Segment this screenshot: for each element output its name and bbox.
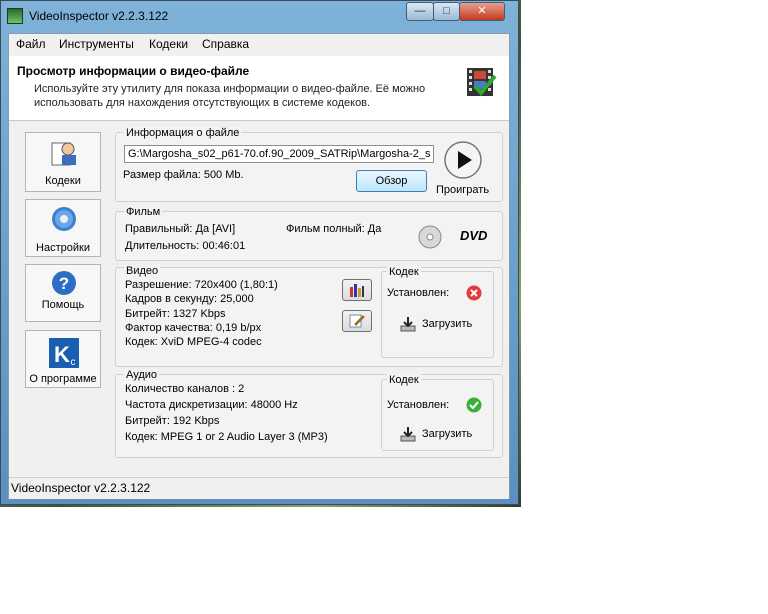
sidebar-item-about[interactable]: K c О программе	[25, 330, 101, 388]
edit-icon	[349, 314, 365, 328]
video-group-title: Видео	[124, 265, 161, 277]
film-valid: Правильный: Да [AVI]	[125, 223, 236, 235]
film-group-title: Фильм	[124, 206, 163, 218]
audio-installed-label: Установлен:	[387, 399, 450, 411]
play-icon[interactable]	[443, 140, 483, 180]
film-duration: Длительность: 00:46:01	[125, 240, 246, 252]
file-info-group: Информация о файле G:\Margosha_s02_p61-7…	[115, 127, 503, 202]
audio-channels: Количество каналов : 2	[125, 383, 245, 395]
audio-samplerate: Частота дискретизации: 48000 Hz	[125, 399, 298, 411]
film-full: Фильм полный: Да	[286, 223, 382, 235]
sidebar-item-label: Настройки	[36, 242, 90, 254]
audio-bitrate: Битрейт: 192 Kbps	[125, 415, 220, 427]
video-installed-label: Установлен:	[387, 287, 450, 299]
title-bar[interactable]: VideoInspector v2.2.3.122 — □ ✕	[1, 1, 518, 31]
video-edit-button[interactable]	[342, 310, 372, 332]
download-icon[interactable]	[400, 316, 416, 332]
film-group: Фильм Правильный: Да [AVI] Фильм полный:…	[115, 206, 503, 261]
menu-tools[interactable]: Инструменты	[59, 37, 134, 51]
codecs-icon	[51, 142, 76, 166]
menu-help[interactable]: Справка	[202, 37, 249, 51]
help-icon: ?	[52, 271, 76, 295]
menu-file[interactable]: Файл	[16, 37, 46, 51]
status-text: VideoInspector v2.2.3.122	[11, 481, 151, 495]
sidebar-item-codecs[interactable]: Кодеки	[25, 132, 101, 192]
app-window: VideoInspector v2.2.3.122 — □ ✕ Файл Инс…	[0, 0, 519, 505]
video-codec-group-title: Кодек	[387, 266, 421, 278]
sidebar-item-label: Кодеки	[45, 175, 81, 187]
file-info-group-title: Информация о файле	[124, 127, 242, 139]
header-panel: Просмотр информации о видео-файле Исполь…	[9, 56, 509, 121]
svg-text:?: ?	[59, 274, 69, 293]
menu-codecs[interactable]: Кодеки	[149, 37, 188, 51]
bar-chart-icon	[350, 284, 364, 297]
disc-icon	[418, 225, 442, 249]
svg-text:c: c	[71, 357, 76, 368]
app-icon	[7, 8, 23, 24]
gear-icon	[52, 207, 76, 231]
sidebar-item-label: Помощь	[41, 299, 85, 311]
client-area: Файл Инструменты Кодеки Справка Просмотр…	[8, 33, 510, 499]
audio-codec-group: Кодек Установлен: Загрузить	[381, 374, 494, 451]
audio-download-button[interactable]: Загрузить	[422, 428, 472, 440]
audio-codec: Кодек: MPEG 1 or 2 Audio Layer 3 (MP3)	[125, 431, 328, 443]
video-fps: Кадров в секунду: 25,000	[125, 293, 254, 305]
svg-text:K: K	[54, 342, 70, 367]
menu-bar: Файл Инструменты Кодеки Справка	[9, 34, 509, 54]
audio-group: Аудио Количество каналов : 2 Частота дис…	[115, 369, 503, 458]
error-icon	[466, 285, 482, 301]
dvd-logo: DVD	[460, 228, 488, 243]
video-quality: Фактор качества: 0,19 b/px	[125, 322, 262, 334]
browse-button[interactable]: Обзор	[356, 170, 427, 192]
audio-codec-group-title: Кодек	[387, 374, 421, 386]
film-check-icon	[467, 68, 497, 97]
play-label[interactable]: Проиграть	[436, 184, 489, 196]
about-icon: K c	[49, 338, 79, 368]
audio-group-title: Аудио	[124, 369, 160, 381]
ok-icon	[466, 397, 482, 413]
file-path-field[interactable]: G:\Margosha_s02_p61-70.of.90_2009_SATRip…	[124, 145, 434, 163]
status-bar: VideoInspector v2.2.3.122	[9, 477, 509, 499]
window-title: VideoInspector v2.2.3.122	[29, 9, 169, 23]
video-codec: Кодек: XviD MPEG-4 codec	[125, 336, 262, 348]
video-download-button[interactable]: Загрузить	[422, 318, 472, 330]
sidebar-item-settings[interactable]: Настройки	[25, 199, 101, 257]
video-group: Видео Разрешение: 720x400 (1,80:1) Кадро…	[115, 265, 503, 367]
minimize-button[interactable]: —	[406, 2, 434, 21]
video-resolution: Разрешение: 720x400 (1,80:1)	[125, 279, 278, 291]
download-icon[interactable]	[400, 426, 416, 442]
video-codec-group: Кодек Установлен: Загрузить	[381, 266, 494, 358]
close-button[interactable]: ✕	[459, 2, 505, 21]
video-stats-button[interactable]	[342, 279, 372, 301]
maximize-button[interactable]: □	[433, 2, 460, 21]
file-size-label: Размер файла: 500 Mb.	[123, 169, 244, 181]
video-bitrate: Битрейт: 1327 Kbps	[125, 308, 226, 320]
sidebar-item-label: О программе	[29, 373, 97, 385]
header-title: Просмотр информации о видео-файле	[17, 64, 250, 78]
header-description: Используйте эту утилиту для показа инфор…	[34, 83, 426, 109]
sidebar-item-help[interactable]: ? Помощь	[25, 264, 101, 322]
